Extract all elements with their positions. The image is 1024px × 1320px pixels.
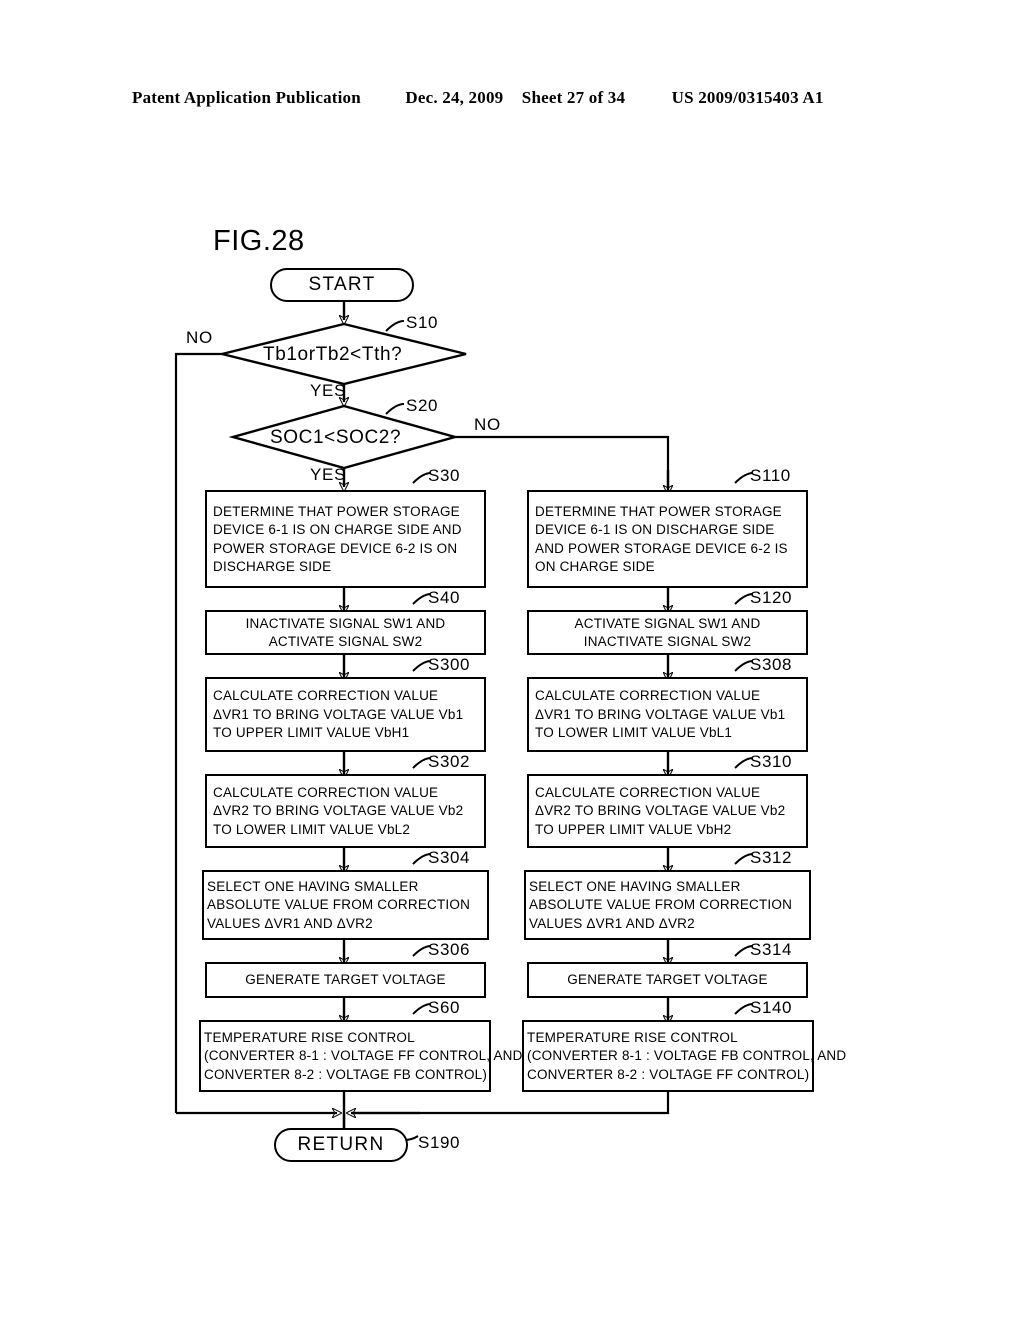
s308-line-3: TO LOWER LIMIT VALUE VbL1 [535, 725, 733, 741]
decision-s20-text: SOC1<SOC2? [270, 427, 402, 448]
s312-line-1: SELECT ONE HAVING SMALLER [529, 878, 741, 894]
s310-line-3: TO UPPER LIMIT VALUE VbH2 [535, 821, 732, 837]
s110-line-4: ON CHARGE SIDE [535, 559, 655, 574]
step-ref-s190: S190 [418, 1133, 461, 1152]
process-box-s120[interactable]: ACTIVATE SIGNAL SW1 AND INACTIVATE SIGNA… [527, 610, 808, 655]
s302-line-2: ΔVR2 TO BRING VOLTAGE VALUE Vb2 [213, 803, 464, 819]
s30-line-3: POWER STORAGE DEVICE 6-2 IS ON [213, 540, 458, 556]
step-ref-s60: S60 [428, 998, 461, 1017]
s312-line-2: ABSOLUTE VALUE FROM CORRECTION [529, 897, 793, 913]
s30-line-4: DISCHARGE SIDE [213, 559, 332, 574]
s308-line-2: ΔVR1 TO BRING VOLTAGE VALUE Vb1 [535, 706, 786, 722]
s120-line-2: INACTIVATE SIGNAL SW2 [583, 634, 752, 649]
process-box-s306[interactable]: GENERATE TARGET VOLTAGE [205, 962, 486, 998]
s308-line-1: CALCULATE CORRECTION VALUE [535, 688, 761, 704]
s310-line-1: CALCULATE CORRECTION VALUE [535, 784, 761, 800]
step-ref-s110: S110 [750, 466, 791, 485]
s110-line-2: DEVICE 6-1 IS ON DISCHARGE SIDE [535, 522, 775, 537]
s140-line-3: CONVERTER 8-2 : VOLTAGE FF CONTROL) [527, 1066, 810, 1082]
process-box-s310[interactable]: CALCULATE CORRECTION VALUE ΔVR2 TO BRING… [527, 774, 808, 848]
return-label: RETURN [297, 1134, 385, 1155]
branch-label-s20-yes: YES [310, 465, 347, 484]
step-ref-s120: S120 [750, 588, 793, 607]
s140-line-2: (CONVERTER 8-1 : VOLTAGE FB CONTROL, AND [527, 1048, 847, 1064]
s60-line-2: (CONVERTER 8-1 : VOLTAGE FF CONTROL, AND [204, 1048, 523, 1064]
process-box-s314[interactable]: GENERATE TARGET VOLTAGE [527, 962, 808, 998]
s60-line-1: TEMPERATURE RISE CONTROL [204, 1029, 415, 1045]
process-box-s312[interactable]: SELECT ONE HAVING SMALLER ABSOLUTE VALUE… [524, 870, 811, 940]
s40-line-2: ACTIVATE SIGNAL SW2 [268, 634, 423, 649]
process-box-s300[interactable]: CALCULATE CORRECTION VALUE ΔVR1 TO BRING… [205, 677, 486, 752]
process-box-s110[interactable]: DETERMINE THAT POWER STORAGE DEVICE 6-1 … [527, 490, 808, 588]
s30-line-2: DEVICE 6-1 IS ON CHARGE SIDE AND [213, 522, 462, 537]
step-ref-s312: S312 [750, 848, 793, 867]
flowchart-connectors [174, 298, 754, 1141]
flowchart-fig28: START Tb1orTb2<Tth? S10 NO YES SOC1<SOC2… [0, 0, 1024, 1320]
step-ref-s20: S20 [406, 396, 439, 415]
return-terminator[interactable]: RETURN [274, 1128, 408, 1162]
s30-line-1: DETERMINE THAT POWER STORAGE [213, 503, 460, 519]
step-ref-s40: S40 [428, 588, 461, 607]
step-ref-s30: S30 [428, 466, 461, 485]
step-ref-s314: S314 [750, 940, 793, 959]
s110-line-1: DETERMINE THAT POWER STORAGE [535, 503, 782, 519]
s304-line-3: VALUES ΔVR1 AND ΔVR2 [207, 915, 373, 931]
step-ref-s308: S308 [750, 655, 793, 674]
process-box-s140[interactable]: TEMPERATURE RISE CONTROL (CONVERTER 8-1 … [522, 1020, 847, 1092]
step-ref-s140: S140 [750, 998, 793, 1017]
s40-line-1: INACTIVATE SIGNAL SW1 AND [245, 615, 446, 631]
step-ref-s10: S10 [406, 313, 439, 332]
s304-line-1: SELECT ONE HAVING SMALLER [207, 878, 419, 894]
s304-line-2: ABSOLUTE VALUE FROM CORRECTION [207, 897, 471, 913]
decision-s10-text: Tb1orTb2<Tth? [263, 344, 403, 365]
step-ref-s300: S300 [428, 655, 471, 674]
s302-line-1: CALCULATE CORRECTION VALUE [213, 784, 439, 800]
process-box-s60[interactable]: TEMPERATURE RISE CONTROL (CONVERTER 8-1 … [199, 1020, 523, 1092]
process-box-s304[interactable]: SELECT ONE HAVING SMALLER ABSOLUTE VALUE… [202, 870, 489, 940]
s120-line-1: ACTIVATE SIGNAL SW1 AND [574, 615, 761, 631]
s300-line-1: CALCULATE CORRECTION VALUE [213, 688, 439, 704]
process-box-s308[interactable]: CALCULATE CORRECTION VALUE ΔVR1 TO BRING… [527, 677, 808, 752]
s60-line-3: CONVERTER 8-2 : VOLTAGE FB CONTROL) [204, 1066, 488, 1082]
process-box-s30[interactable]: DETERMINE THAT POWER STORAGE DEVICE 6-1 … [205, 490, 486, 588]
step-ref-s302: S302 [428, 752, 471, 771]
step-ref-s306: S306 [428, 940, 471, 959]
s302-line-3: TO LOWER LIMIT VALUE VbL2 [213, 821, 411, 837]
s140-line-1: TEMPERATURE RISE CONTROL [527, 1029, 738, 1045]
branch-label-s10-yes: YES [310, 381, 347, 400]
process-box-s40[interactable]: INACTIVATE SIGNAL SW1 AND ACTIVATE SIGNA… [205, 610, 486, 655]
step-ref-s310: S310 [750, 752, 793, 771]
s300-line-3: TO UPPER LIMIT VALUE VbH1 [213, 725, 410, 741]
start-label: START [308, 274, 376, 295]
s110-line-3: AND POWER STORAGE DEVICE 6-2 IS [535, 540, 788, 556]
s312-line-3: VALUES ΔVR1 AND ΔVR2 [529, 915, 695, 931]
s300-line-2: ΔVR1 TO BRING VOLTAGE VALUE Vb1 [213, 706, 464, 722]
s310-line-2: ΔVR2 TO BRING VOLTAGE VALUE Vb2 [535, 803, 786, 819]
start-terminator[interactable]: START [270, 268, 414, 302]
s314-line-1: GENERATE TARGET VOLTAGE [567, 972, 768, 988]
step-ref-s304: S304 [428, 848, 471, 867]
branch-label-s10-no: NO [186, 328, 213, 347]
s306-line-1: GENERATE TARGET VOLTAGE [245, 972, 446, 988]
process-box-s302[interactable]: CALCULATE CORRECTION VALUE ΔVR2 TO BRING… [205, 774, 486, 848]
branch-label-s20-no: NO [474, 415, 501, 434]
